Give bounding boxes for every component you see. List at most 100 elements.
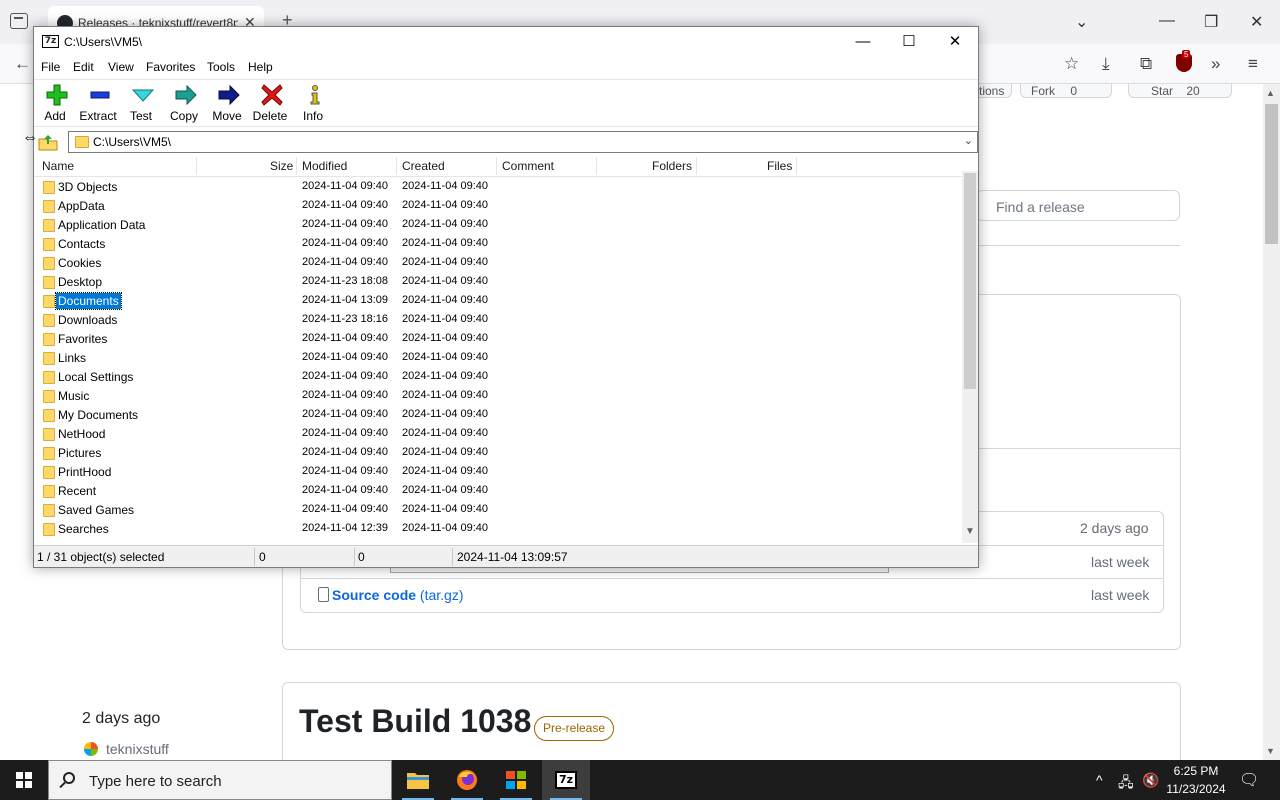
col-created[interactable]: Created	[402, 159, 445, 173]
minimize-icon[interactable]: —	[840, 27, 886, 57]
file-created: 2024-11-04 09:40	[402, 237, 489, 249]
list-scroll-thumb[interactable]	[964, 173, 976, 389]
file-name: Saved Games	[58, 503, 135, 517]
star-count: 20	[1186, 84, 1200, 98]
firefox-taskbar-button[interactable]	[443, 760, 491, 800]
star-button[interactable]: Star 20	[1128, 84, 1232, 98]
downloads-icon[interactable]: ⤓	[1102, 54, 1110, 74]
volume-muted-icon[interactable]: 🔇	[1142, 772, 1159, 789]
file-row[interactable]: Searches 2024-11-04 12:39 2024-11-04 09:40	[34, 520, 962, 539]
source-code-tar-link[interactable]: Source code (tar.gz)	[332, 587, 464, 603]
folder-icon	[43, 447, 55, 460]
file-modified: 2024-11-04 09:40	[302, 218, 389, 230]
col-divider[interactable]	[796, 157, 797, 175]
col-comment[interactable]: Comment	[502, 159, 554, 173]
file-row[interactable]: Local Settings 2024-11-04 09:40 2024-11-04…	[34, 368, 962, 387]
search-icon	[63, 772, 75, 784]
browser-minimize-icon[interactable]: —	[1159, 12, 1175, 30]
windows-app-taskbar-button[interactable]	[492, 760, 540, 800]
path-combobox[interactable]: C:\Users\VM5\ ⌄	[68, 131, 978, 153]
bookmark-star-icon[interactable]: ☆	[1064, 54, 1079, 74]
info-icon	[310, 85, 320, 105]
col-size[interactable]: Size	[270, 159, 293, 173]
scroll-down-arrow-icon[interactable]: ▼	[1266, 746, 1275, 756]
file-row[interactable]: Documents 2024-11-04 13:09 2024-11-04 09:4…	[34, 292, 962, 311]
close-icon[interactable]: ✕	[932, 27, 978, 57]
notifications-icon[interactable]: 🗨	[1239, 770, 1259, 790]
col-name[interactable]: Name	[42, 159, 74, 173]
7zip-titlebar[interactable]: 7z C:\Users\VM5\ — ☐ ✕	[34, 27, 978, 57]
col-modified[interactable]: Modified	[302, 159, 347, 173]
file-created: 2024-11-04 09:40	[402, 313, 489, 325]
list-scrollbar[interactable]: ▼	[962, 171, 978, 543]
col-divider[interactable]	[296, 157, 297, 175]
tray-overflow-chevron-icon[interactable]: ^	[1096, 772, 1103, 788]
back-arrow-icon[interactable]: ←	[14, 54, 31, 74]
tab-list-icon[interactable]	[10, 13, 28, 29]
col-divider[interactable]	[696, 157, 697, 175]
delete-x-icon	[261, 84, 283, 106]
menu-view[interactable]: View	[108, 60, 134, 74]
file-created: 2024-11-04 09:40	[402, 294, 489, 306]
author-avatar	[84, 742, 98, 756]
col-folders[interactable]: Folders	[652, 159, 692, 173]
file-row[interactable]: Application Data 2024-11-04 09:40 2024-11-…	[34, 216, 962, 235]
file-row[interactable]: Contacts 2024-11-04 09:40 2024-11-04 09:40	[34, 235, 962, 254]
folder-icon	[43, 485, 55, 498]
fork-button[interactable]: Fork 0	[1020, 84, 1112, 98]
col-divider[interactable]	[596, 157, 597, 175]
file-row[interactable]: Cookies 2024-11-04 09:40 2024-11-04 09:40	[34, 254, 962, 273]
file-row[interactable]: 3D Objects 2024-11-04 09:40 2024-11-04 09:…	[34, 178, 962, 197]
menu-favorites[interactable]: Favorites	[146, 60, 195, 74]
extensions-icon[interactable]: ⧉	[1140, 54, 1152, 74]
clock-date[interactable]: 11/23/2024	[1162, 782, 1230, 796]
maximize-icon[interactable]: ☐	[886, 27, 932, 57]
file-row[interactable]: Downloads 2024-11-23 18:16 2024-11-04 09:4…	[34, 311, 962, 330]
col-divider[interactable]	[396, 157, 397, 175]
toolbar: Add Extract Test Copy Move Delete Info	[34, 79, 978, 127]
file-row[interactable]: Music 2024-11-04 09:40 2024-11-04 09:40	[34, 387, 962, 406]
hamburger-menu-icon[interactable]: ≡	[1248, 54, 1258, 74]
file-row[interactable]: AppData 2024-11-04 09:40 2024-11-04 09:40	[34, 197, 962, 216]
browser-restore-icon[interactable]: ❐	[1204, 12, 1218, 32]
file-explorer-taskbar-button[interactable]	[394, 760, 442, 800]
file-created: 2024-11-04 09:40	[402, 484, 489, 496]
file-row[interactable]: PrintHood 2024-11-04 09:40 2024-11-04 09:4…	[34, 463, 962, 482]
menu-help[interactable]: Help	[248, 60, 273, 74]
file-name: Links	[58, 351, 87, 365]
info-button[interactable]: Info	[292, 82, 334, 126]
chevron-down-icon[interactable]: ⌄	[964, 134, 973, 147]
overflow-chevrons-icon[interactable]: »	[1211, 54, 1220, 74]
file-row[interactable]: Saved Games 2024-11-04 09:40 2024-11-04 09…	[34, 501, 962, 520]
col-files[interactable]: Files	[767, 159, 792, 173]
col-divider[interactable]	[496, 157, 497, 175]
start-button[interactable]	[0, 760, 48, 800]
file-row[interactable]: Links 2024-11-04 09:40 2024-11-04 09:40	[34, 349, 962, 368]
file-row[interactable]: Pictures 2024-11-04 09:40 2024-11-04 09:40	[34, 444, 962, 463]
col-divider[interactable]	[196, 157, 197, 175]
extract-minus-icon	[90, 91, 110, 99]
page-scroll-thumb[interactable]	[1265, 104, 1278, 244]
7zip-taskbar-button[interactable]: 7z	[542, 760, 590, 800]
release-author[interactable]: teknixstuff	[106, 741, 169, 757]
folder-up-icon[interactable]	[38, 133, 58, 151]
file-row[interactable]: Favorites 2024-11-04 09:40 2024-11-04 09:4…	[34, 330, 962, 349]
browser-close-icon[interactable]: ✕	[1250, 12, 1263, 32]
menu-tools[interactable]: Tools	[207, 60, 235, 74]
file-row[interactable]: Desktop 2024-11-23 18:08 2024-11-04 09:40	[34, 273, 962, 292]
file-row[interactable]: Recent 2024-11-04 09:40 2024-11-04 09:40	[34, 482, 962, 501]
file-row[interactable]: NetHood 2024-11-04 09:40 2024-11-04 09:40	[34, 425, 962, 444]
asset-time: last week	[1091, 554, 1150, 570]
tab-overflow-chevron-icon[interactable]: ⌄	[1075, 12, 1088, 32]
release-title[interactable]: Test Build 1038	[299, 703, 531, 740]
taskbar-search-box[interactable]: Type here to search	[48, 760, 392, 800]
network-icon[interactable]: 🖧	[1118, 772, 1134, 796]
scroll-up-arrow-icon[interactable]: ▲	[1266, 88, 1275, 98]
file-row[interactable]: My Documents 2024-11-04 09:40 2024-11-04 0…	[34, 406, 962, 425]
clock-time[interactable]: 6:25 PM	[1166, 764, 1226, 778]
test-check-icon	[132, 89, 154, 102]
file-created: 2024-11-04 09:40	[402, 199, 489, 211]
menu-edit[interactable]: Edit	[73, 60, 94, 74]
menu-file[interactable]: File	[41, 60, 60, 74]
scroll-down-arrow-icon[interactable]: ▼	[965, 526, 975, 537]
